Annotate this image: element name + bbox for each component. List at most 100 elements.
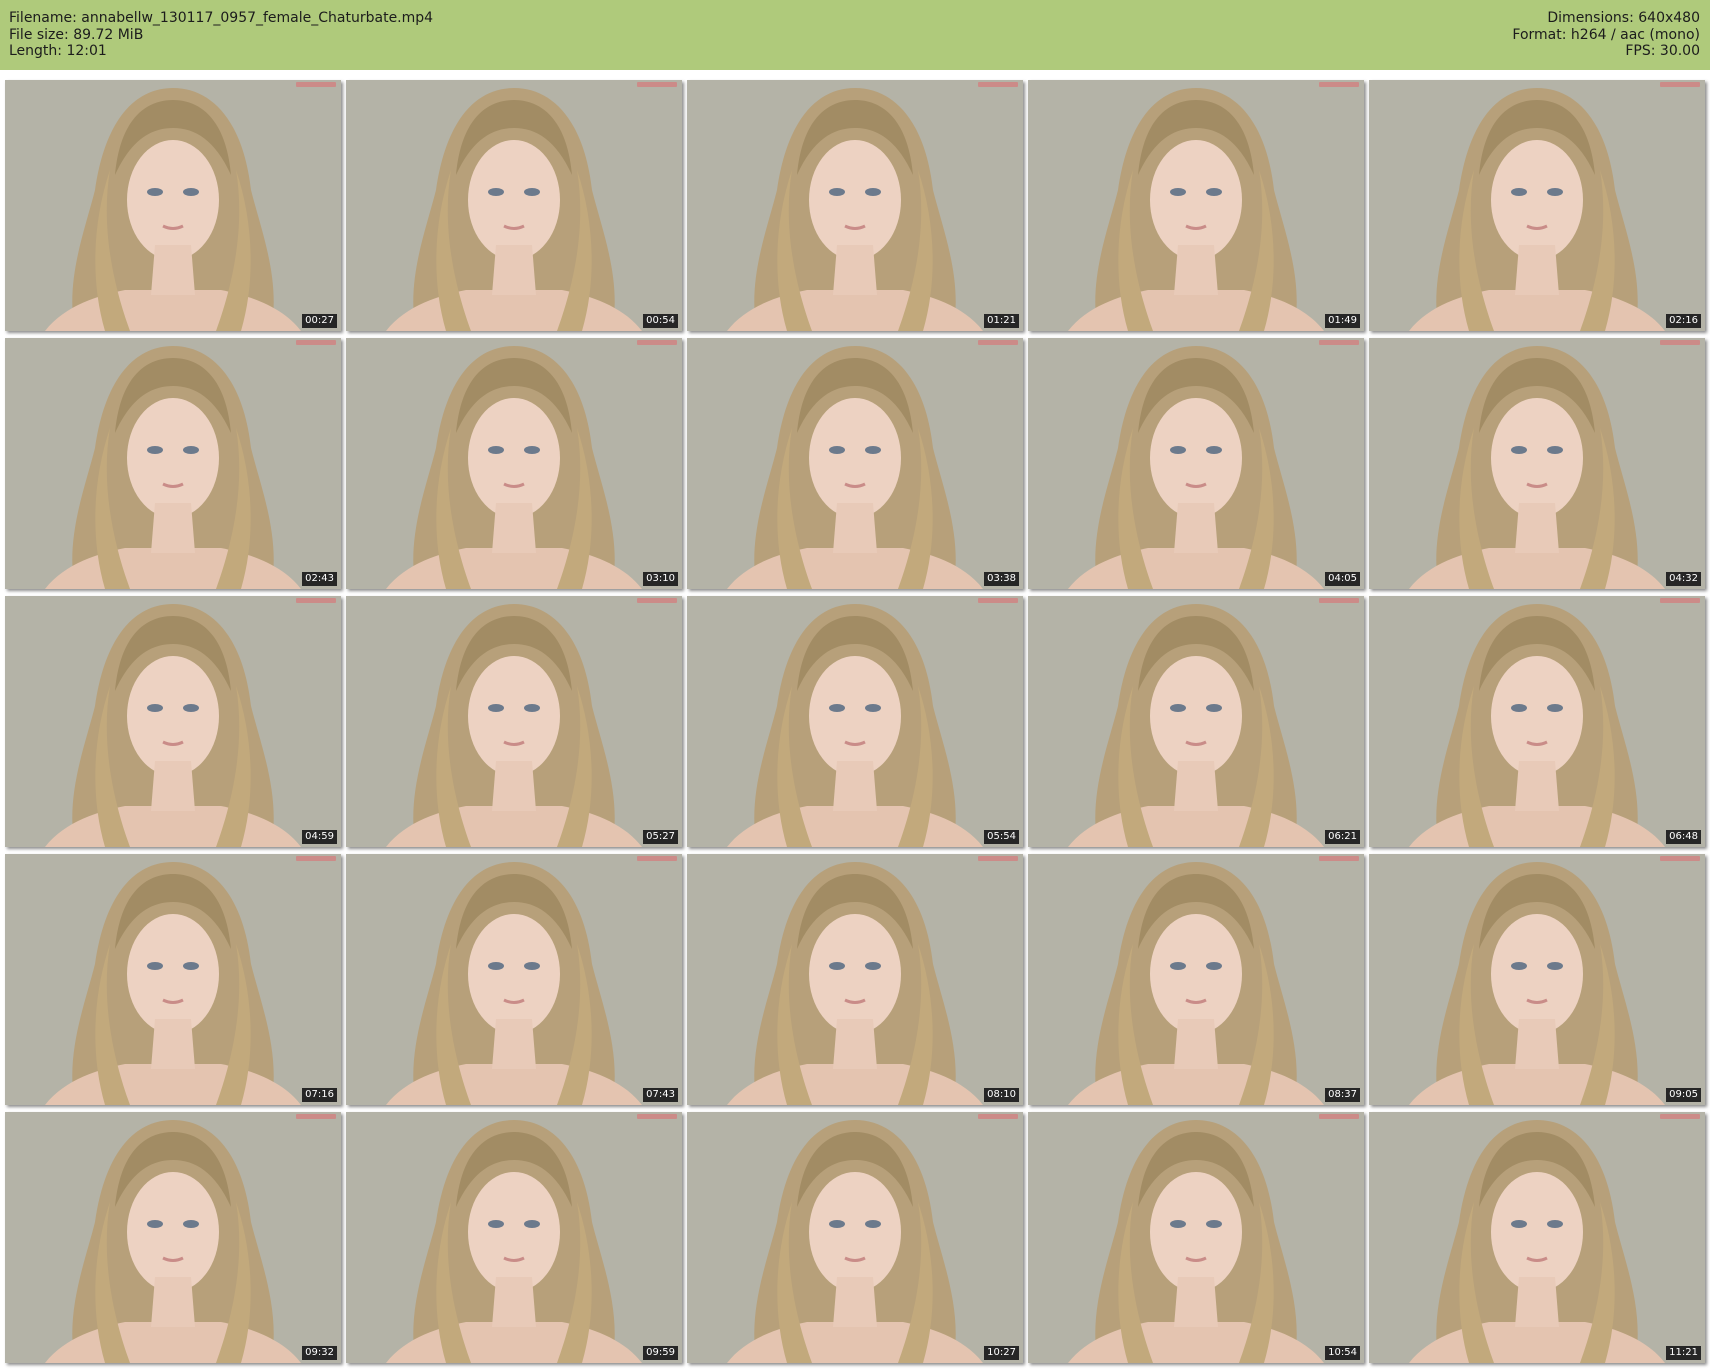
watermark	[296, 856, 336, 861]
thumbnail-grid: 00:27 00:54 01:21 01:49 02:16 02:43 03:10 03:38…	[5, 80, 1705, 1363]
watermark	[637, 82, 677, 87]
filename-text: Filename: annabellw_130117_0957_female_C…	[9, 10, 434, 26]
video-frame-image	[687, 596, 1023, 847]
filesize-text: File size: 89.72 MiB	[9, 26, 144, 43]
watermark	[1319, 856, 1359, 861]
video-frame-image	[1028, 80, 1364, 331]
thumbnail-frame: 07:43	[346, 854, 682, 1105]
thumbnail-frame: 06:48	[1369, 596, 1705, 847]
timestamp-label: 03:38	[984, 572, 1019, 586]
watermark	[296, 340, 336, 345]
timestamp-label: 01:21	[984, 314, 1019, 328]
timestamp-label: 03:10	[643, 572, 678, 586]
thumbnail-frame: 05:54	[687, 596, 1023, 847]
watermark	[637, 598, 677, 603]
watermark	[1660, 856, 1700, 861]
watermark	[1319, 1114, 1359, 1119]
timestamp-label: 07:16	[302, 1088, 337, 1102]
video-frame-image	[1369, 1112, 1705, 1363]
watermark	[296, 82, 336, 87]
watermark	[978, 340, 1018, 345]
timestamp-label: 00:54	[643, 314, 678, 328]
timestamp-label: 04:32	[1666, 572, 1701, 586]
video-frame-image	[1369, 338, 1705, 589]
watermark	[637, 340, 677, 345]
video-frame-image	[5, 1112, 341, 1363]
video-frame-image	[687, 338, 1023, 589]
thumbnail-frame: 01:21	[687, 80, 1023, 331]
thumbnail-frame: 09:59	[346, 1112, 682, 1363]
video-frame-image	[5, 338, 341, 589]
video-frame-image	[687, 854, 1023, 1105]
video-frame-image	[5, 854, 341, 1105]
video-frame-image	[1028, 338, 1364, 589]
length-text: Length: 12:01	[9, 43, 107, 59]
timestamp-label: 04:05	[1325, 572, 1360, 586]
timestamp-label: 02:16	[1666, 314, 1701, 328]
thumbnail-frame: 00:54	[346, 80, 682, 331]
timestamp-label: 07:43	[643, 1088, 678, 1102]
video-frame-image	[1028, 596, 1364, 847]
thumbnail-frame: 03:10	[346, 338, 682, 589]
video-frame-image	[5, 80, 341, 331]
watermark	[978, 856, 1018, 861]
thumbnail-frame: 04:32	[1369, 338, 1705, 589]
watermark	[978, 598, 1018, 603]
thumbnail-frame: 04:05	[1028, 338, 1364, 589]
timestamp-label: 05:27	[643, 830, 678, 844]
thumbnail-frame: 10:27	[687, 1112, 1023, 1363]
thumbnail-frame: 01:49	[1028, 80, 1364, 331]
file-info: Filename: annabellw_130117_0957_female_C…	[9, 10, 433, 60]
timestamp-label: 06:48	[1666, 830, 1701, 844]
video-info: Dimensions: 640x480 Format: h264 / aac (…	[1512, 10, 1700, 60]
dimensions-text: Dimensions: 640x480	[1547, 10, 1700, 26]
thumbnail-frame: 05:27	[346, 596, 682, 847]
timestamp-label: 10:54	[1325, 1346, 1360, 1360]
watermark	[978, 1114, 1018, 1119]
timestamp-label: 09:32	[302, 1346, 337, 1360]
watermark	[978, 82, 1018, 87]
thumbnail-frame: 03:38	[687, 338, 1023, 589]
thumbnail-frame: 09:32	[5, 1112, 341, 1363]
watermark	[1319, 340, 1359, 345]
watermark	[296, 1114, 336, 1119]
video-frame-image	[687, 80, 1023, 331]
video-frame-image	[346, 80, 682, 331]
video-frame-image	[1028, 1112, 1364, 1363]
video-frame-image	[1369, 854, 1705, 1105]
timestamp-label: 10:27	[984, 1346, 1019, 1360]
timestamp-label: 06:21	[1325, 830, 1360, 844]
info-header: Filename: annabellw_130117_0957_female_C…	[0, 0, 1710, 70]
thumbnail-frame: 08:10	[687, 854, 1023, 1105]
timestamp-label: 04:59	[302, 830, 337, 844]
video-frame-image	[1369, 80, 1705, 331]
thumbnail-frame: 00:27	[5, 80, 341, 331]
thumbnail-frame: 11:21	[1369, 1112, 1705, 1363]
thumbnail-frame: 04:59	[5, 596, 341, 847]
video-frame-image	[346, 1112, 682, 1363]
format-text: Format: h264 / aac (mono)	[1512, 26, 1700, 43]
thumbnail-frame: 07:16	[5, 854, 341, 1105]
video-frame-image	[346, 596, 682, 847]
watermark	[1660, 598, 1700, 603]
video-frame-image	[346, 338, 682, 589]
thumbnail-frame: 08:37	[1028, 854, 1364, 1105]
timestamp-label: 08:37	[1325, 1088, 1360, 1102]
watermark	[637, 1114, 677, 1119]
timestamp-label: 02:43	[302, 572, 337, 586]
video-frame-image	[1369, 596, 1705, 847]
thumbnail-frame: 06:21	[1028, 596, 1364, 847]
video-frame-image	[346, 854, 682, 1105]
watermark	[1319, 598, 1359, 603]
timestamp-label: 09:05	[1666, 1088, 1701, 1102]
timestamp-label: 09:59	[643, 1346, 678, 1360]
video-frame-image	[1028, 854, 1364, 1105]
watermark	[1660, 340, 1700, 345]
thumbnail-frame: 02:16	[1369, 80, 1705, 331]
thumbnail-frame: 09:05	[1369, 854, 1705, 1105]
watermark	[637, 856, 677, 861]
timestamp-label: 01:49	[1325, 314, 1360, 328]
video-frame-image	[5, 596, 341, 847]
thumbnail-frame: 02:43	[5, 338, 341, 589]
video-frame-image	[687, 1112, 1023, 1363]
